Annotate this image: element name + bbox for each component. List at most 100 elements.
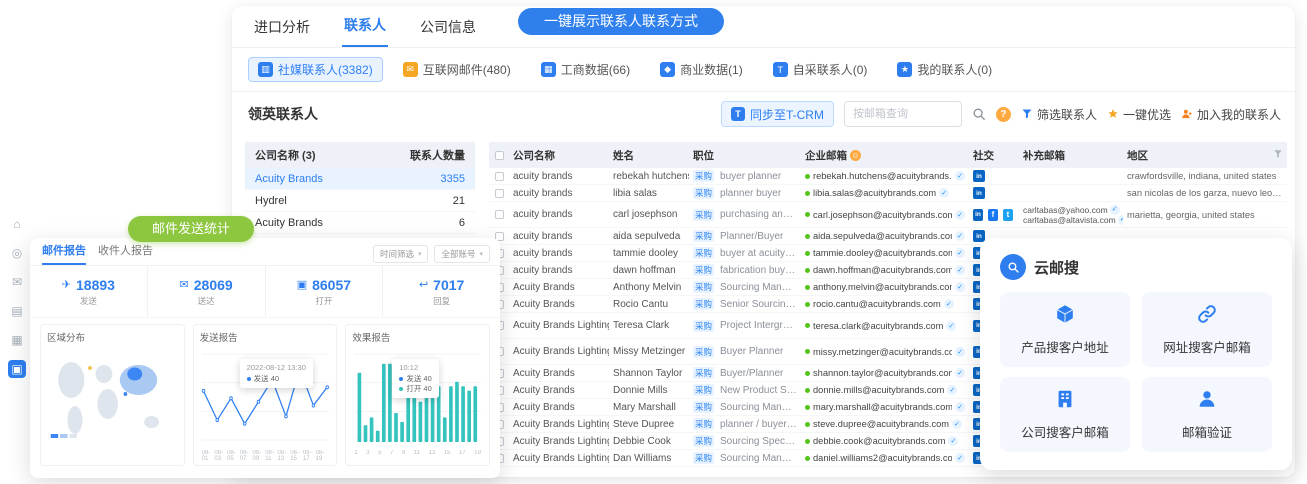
account-filter-select[interactable]: 全部账号▾	[434, 245, 490, 263]
procurement-tag: 采购	[693, 401, 714, 413]
facebook-icon[interactable]: f	[988, 209, 998, 221]
company-col-header[interactable]: 公司名称 (3)	[255, 147, 316, 163]
company-row[interactable]: Hydrel21	[245, 190, 475, 212]
position-text: Sourcing Manager	[720, 453, 797, 464]
chart-tooltip: 2022-08-12 13:30发送 40	[240, 359, 313, 388]
region-filter-icon[interactable]	[1273, 149, 1283, 162]
cloud-card-1[interactable]: 网址搜客户邮箱	[1142, 292, 1272, 367]
document-icon[interactable]: ▤	[8, 302, 26, 320]
linkedin-icon[interactable]: in	[973, 187, 985, 199]
filter-chip-label: 我的联系人(0)	[917, 61, 992, 78]
linkedin-icon[interactable]: in	[973, 209, 983, 221]
tooltip-item: 打开 40	[399, 384, 431, 394]
row-checkbox[interactable]	[495, 210, 504, 219]
cloud-search-grid: 产品搜客户地址网址搜客户邮箱公司搜客户邮箱邮箱验证	[1000, 292, 1272, 452]
extra-email: carltabas@yahoo.com✓	[1023, 205, 1123, 215]
self-collected-icon: T	[773, 62, 788, 77]
help-icon[interactable]: ?	[996, 107, 1011, 122]
verify-icon: ✓	[955, 347, 965, 357]
position-cell: 采购 Sourcing Manager - ...	[689, 401, 801, 413]
one-key-select-button[interactable]: 一键优选	[1107, 106, 1171, 123]
filter-contacts-button[interactable]: 筛选联系人	[1021, 106, 1097, 123]
position-text: planner / buyer / pro...	[720, 419, 797, 430]
top-tabs: 进口分析联系人公司信息	[232, 6, 1295, 48]
filter-chip-5[interactable]: ★我的联系人(0)	[887, 57, 1002, 82]
compass-icon[interactable]: ◎	[8, 244, 26, 262]
add-to-my-contacts-button[interactable]: 加入我的联系人	[1181, 106, 1281, 123]
table-row[interactable]: acuity brandscarl josephson采购purchasing …	[489, 202, 1287, 228]
mail-icon[interactable]: ✉	[8, 273, 26, 291]
company-cell: Acuity Brands	[509, 385, 609, 396]
position-text: Sourcing Specialist	[720, 436, 797, 447]
position-text: fabrication buyer an...	[720, 265, 797, 276]
email-status-dot	[805, 388, 810, 393]
position-cell: 采购Senior Sourcing Man...	[689, 298, 801, 310]
commerce-data-icon: ◆	[660, 62, 675, 77]
company-row[interactable]: Acuity Brands6	[245, 212, 475, 234]
cloud-card-0[interactable]: 产品搜客户地址	[1000, 292, 1130, 367]
position-text: Sourcing Manager	[720, 282, 797, 293]
linkedin-icon[interactable]: in	[973, 170, 985, 182]
select-all-checkbox[interactable]	[495, 151, 504, 160]
cloud-search-panel: 云邮搜 产品搜客户地址网址搜客户邮箱公司搜客户邮箱邮箱验证	[980, 238, 1292, 470]
procurement-tag: 采购	[693, 209, 714, 221]
name-cell: dawn hoffman	[609, 265, 689, 276]
table-row[interactable]: acuity brandsrebekah hutchens采购buyer pla…	[489, 168, 1287, 185]
filter-chip-1[interactable]: ✉互联网邮件(480)	[393, 57, 521, 82]
chevron-down-icon: ▾	[479, 250, 483, 258]
home-icon[interactable]: ⌂	[8, 215, 26, 233]
chevron-down-icon: ▾	[418, 250, 422, 258]
top-tab-1[interactable]: 联系人	[342, 6, 388, 47]
row-checkbox[interactable]	[495, 172, 504, 181]
top-tab-0[interactable]: 进口分析	[252, 6, 312, 47]
name-cell: Anthony Melvin	[609, 282, 689, 293]
time-filter-select[interactable]: 时间筛选▾	[373, 245, 429, 263]
search-input[interactable]	[844, 101, 962, 127]
sync-tcrm-button[interactable]: T 同步至T-CRM	[721, 101, 834, 127]
position-text: Project Intergration ...	[720, 320, 797, 331]
tcrm-icon: T	[731, 107, 745, 121]
email-cell: carl.josephson@acuitybrands.com✓	[801, 210, 969, 220]
company-row[interactable]: Acuity Brands3355	[245, 168, 475, 190]
region-cell: marietta, georgia, united states	[1123, 210, 1287, 220]
stats-tab-0[interactable]: 邮件报告	[42, 242, 86, 265]
cloud-card-3[interactable]: 邮箱验证	[1142, 377, 1272, 452]
email-cell: tammie.dooley@acuitybrands.com✓	[801, 248, 969, 258]
email-text: libia.salas@acuitybrands.com	[813, 188, 936, 198]
row-checkbox[interactable]	[495, 189, 504, 198]
email-status-dot	[805, 234, 810, 239]
chart-icon[interactable]: ▦	[8, 331, 26, 349]
stat-label: 发送	[80, 295, 97, 307]
filter-chip-label: 互联网邮件(480)	[423, 61, 511, 78]
name-cell: aida sepulveda	[609, 231, 689, 242]
stat-value: 28069	[194, 277, 233, 293]
filter-chip-4[interactable]: T自采联系人(0)	[763, 57, 878, 82]
position-cell: 采购planner / buyer / pro...	[689, 418, 801, 430]
filter-chip-3[interactable]: ◆商业数据(1)	[650, 57, 753, 82]
region-cell: crawfordsville, indiana, united states	[1123, 171, 1287, 181]
filter-chip-2[interactable]: ▦工商数据(66)	[531, 57, 640, 82]
position-text: Planner/Buyer	[720, 231, 783, 242]
table-row[interactable]: acuity brandslibia salas采购planner buyerl…	[489, 185, 1287, 202]
email-cell: dawn.hoffman@acuitybrands.com✓	[801, 265, 969, 275]
cloud-card-2[interactable]: 公司搜客户邮箱	[1000, 377, 1130, 452]
contact-table-header: 公司名称 姓名 职位 企业邮箱☺ 社交 补充邮箱 地区	[489, 142, 1287, 168]
email-cell: aida.sepulveda@acuitybrands.com✓	[801, 231, 969, 241]
tooltip-dot	[399, 387, 403, 391]
twitter-icon[interactable]: t	[1003, 209, 1013, 221]
calendar-icon[interactable]: ▣	[8, 360, 26, 378]
position-cell: 采购buyer planner	[689, 170, 801, 182]
stats-tabs: 邮件报告收件人报告	[42, 242, 153, 265]
reply-stat: ↩7017回复	[383, 266, 500, 317]
position-cell: 采购Sourcing Specialist	[689, 435, 801, 447]
name-cell: libia salas	[609, 188, 689, 199]
filter-chip-0[interactable]: ▥社媒联系人(3382)	[248, 57, 383, 82]
stats-tab-1[interactable]: 收件人报告	[98, 242, 153, 265]
search-icon[interactable]	[972, 107, 986, 121]
top-tab-2[interactable]: 公司信息	[418, 6, 478, 47]
email-text: dawn.hoffman@acuitybrands.com	[813, 265, 952, 275]
checkbox-cell	[489, 210, 509, 219]
position-text: Sourcing Manager - ...	[720, 402, 797, 413]
company-cell: Acuity Brands	[509, 368, 609, 379]
email-cell: teresa.clark@acuitybrands.com✓	[801, 321, 969, 331]
